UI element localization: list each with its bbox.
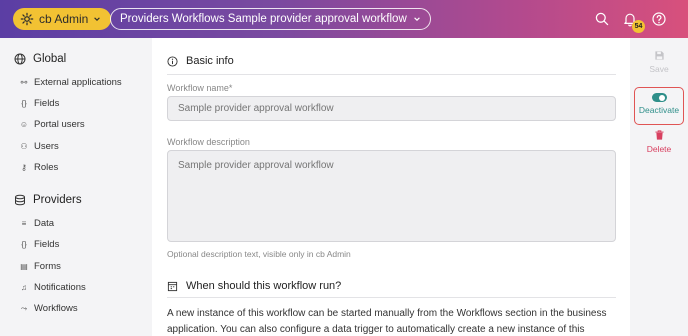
key-icon: ⚷ <box>21 163 27 172</box>
database-icon: ≡ <box>21 219 27 228</box>
sidebar-item-label: Forms <box>34 261 61 272</box>
divider <box>167 74 616 75</box>
sidebar-item-forms[interactable]: ▤ Forms <box>19 261 61 272</box>
chevron-down-icon <box>413 15 421 23</box>
app-switcher-button[interactable]: cb Admin <box>13 8 112 30</box>
sidebar-item-portal-users[interactable]: ☺ Portal users <box>19 119 85 130</box>
chevron-down-icon <box>93 15 101 23</box>
label-text: Workflow name <box>167 83 229 93</box>
sidebar-item-label: Fields <box>34 239 60 250</box>
toggle-icon <box>651 93 667 102</box>
globe-icon <box>14 53 26 65</box>
top-bar: cb Admin Providers Workflows Sample prov… <box>0 0 688 38</box>
deactivate-label: Deactivate <box>638 105 680 115</box>
notification-count-badge: 54 <box>632 20 645 33</box>
sidebar-item-data[interactable]: ≡ Data <box>19 218 54 229</box>
sidebar-section-providers[interactable]: Providers <box>14 194 82 206</box>
delete-label: Delete <box>646 144 672 154</box>
section-title: When should this workflow run? <box>186 280 342 292</box>
providers-icon <box>15 194 25 206</box>
delete-button[interactable]: Delete <box>634 129 684 154</box>
bell-icon: ♫ <box>21 283 27 292</box>
sidebar-section-title: Global <box>33 53 67 65</box>
sidebar-item-label: Users <box>34 141 59 152</box>
workflow-name-label: Workflow name* <box>167 83 232 93</box>
form-icon: ▤ <box>20 262 28 271</box>
breadcrumb[interactable]: Providers Workflows Sample provider appr… <box>110 8 431 30</box>
save-label: Save <box>649 64 669 74</box>
save-button[interactable]: Save <box>634 50 684 74</box>
calendar-icon <box>167 281 178 291</box>
sidebar-item-roles[interactable]: ⚷ Roles <box>19 162 58 173</box>
sidebar-item-label: External applications <box>34 77 122 88</box>
deactivate-button[interactable]: Deactivate <box>634 87 684 125</box>
sidebar-item-external-applications[interactable]: ⚯ External applications <box>19 77 122 88</box>
sidebar-item-label: Fields <box>34 98 60 109</box>
sidebar-item-label: Roles <box>34 162 59 173</box>
workflow-description-input[interactable] <box>167 150 616 242</box>
sidebar: Global ⚯ External applications {} Fields… <box>0 38 152 336</box>
sidebar-item-label: Data <box>34 218 55 229</box>
sidebar-item-users[interactable]: ⚇ Users <box>19 141 59 152</box>
plug-icon: ⚯ <box>20 78 28 87</box>
sidebar-item-notifications[interactable]: ♫ Notifications <box>19 282 86 293</box>
app-label: cb Admin <box>39 12 89 26</box>
breadcrumb-text: Providers Workflows Sample provider appr… <box>120 13 407 25</box>
workflow-name-input[interactable] <box>167 96 616 121</box>
sidebar-section-global[interactable]: Global <box>14 53 66 65</box>
sidebar-item-fields[interactable]: {} Fields <box>19 98 59 109</box>
sidebar-section-title: Providers <box>33 194 82 206</box>
sidebar-item-provider-fields[interactable]: {} Fields <box>19 239 59 250</box>
required-marker: * <box>228 83 233 93</box>
sidebar-item-label: Workflows <box>34 303 78 314</box>
help-icon[interactable] <box>649 9 669 29</box>
users-icon: ⚇ <box>20 142 28 151</box>
when-run-description: A new instance of this workflow can be s… <box>167 308 607 335</box>
search-icon[interactable] <box>592 9 612 29</box>
braces-icon: {} <box>21 99 27 108</box>
when-run-heading: When should this workflow run? <box>167 280 341 292</box>
trash-icon <box>654 130 664 140</box>
portal-users-icon: ☺ <box>19 120 29 129</box>
braces-icon: {} <box>21 240 27 249</box>
sidebar-item-workflows[interactable]: ⤳ Workflows <box>19 303 78 314</box>
save-icon <box>654 51 664 60</box>
sidebar-item-label: Notifications <box>34 282 86 293</box>
description-help-text: Optional description text, visible only … <box>167 249 351 259</box>
section-title: Basic info <box>186 55 234 67</box>
sidebar-item-label: Portal users <box>34 119 85 130</box>
action-rail: Save Deactivate Delete <box>630 38 688 336</box>
workflow-icon: ⤳ <box>20 303 28 313</box>
basic-info-heading: Basic info <box>167 55 234 67</box>
gear-icon <box>20 12 34 26</box>
info-icon <box>167 55 178 67</box>
divider <box>167 297 616 298</box>
main-panel: Basic info Workflow name* Workflow descr… <box>152 38 630 336</box>
workflow-description-label: Workflow description <box>167 137 250 147</box>
